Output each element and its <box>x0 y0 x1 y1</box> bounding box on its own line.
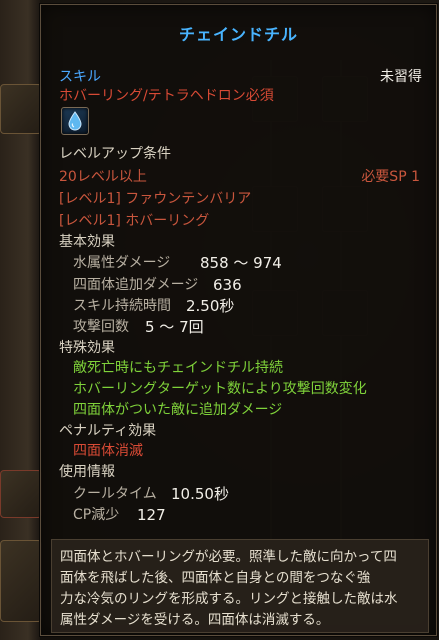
usage-value: 127 <box>137 506 166 524</box>
effect-label: スキル持続時間 <box>73 298 171 314</box>
basic-effect-heading: 基本効果 <box>59 234 115 250</box>
skill-description: 四面体とホバーリングが必要。照準した敵に向かって四 面体を飛ばした後、四面体と自… <box>51 539 429 633</box>
skill-title: チェインドチル <box>178 25 298 44</box>
description-line: 力な冷気のリングを形成する。リングと接触した敵は水 <box>60 591 398 607</box>
usage-label: CP減少 <box>73 507 120 523</box>
skill-status: 未習得 <box>380 69 422 85</box>
prerequisite-skill: [レベル1] ホバーリング <box>59 213 210 229</box>
skill-slot-left-bottom[interactable] <box>0 470 42 518</box>
description-line: 属性ダメージを受ける。四面体は消滅する。 <box>60 612 330 628</box>
description-line: 四面体とホバーリングが必要。照準した敵に向かって四 <box>60 549 397 565</box>
effect-value: 5 ～ 7回 <box>145 318 204 336</box>
prerequisite-skill: [レベル1] ファウンテンバリア <box>59 191 252 207</box>
special-effect-heading: 特殊効果 <box>59 340 115 356</box>
level-requirement: 20レベル以上 <box>59 169 147 185</box>
penalty-heading: ペナルティ効果 <box>59 423 157 439</box>
penalty-effect: 四面体消滅 <box>73 443 143 459</box>
effect-label: 攻撃回数 <box>73 319 129 335</box>
special-effect: 敵死亡時にもチェインドチル持続 <box>73 360 283 376</box>
skill-requirement: ホバーリング/テトラヘドロン必須 <box>59 88 274 104</box>
description-line: 面体を飛ばした後、四面体と自身との間をつなぐ強 <box>60 570 371 586</box>
usage-label: クールタイム <box>73 486 157 502</box>
skill-tooltip: チェインドチル スキル 未習得 ホバーリング/テトラヘドロン必須 レベルアップ条… <box>40 4 437 636</box>
effect-label: 水属性ダメージ <box>73 255 171 271</box>
water-drop-icon <box>61 107 89 135</box>
effect-value: 2.50秒 <box>186 297 235 315</box>
special-effect: ホバーリングターゲット数により攻撃回数変化 <box>73 381 367 397</box>
effect-value: 636 <box>213 276 242 294</box>
sp-requirement: 必要SP 1 <box>361 169 420 185</box>
usage-heading: 使用情報 <box>59 464 115 480</box>
special-effect: 四面体がついた敵に追加ダメージ <box>73 402 283 418</box>
skill-type-label: スキル <box>59 69 101 85</box>
effect-label: 四面体追加ダメージ <box>73 277 199 293</box>
usage-value: 10.50秒 <box>171 485 229 503</box>
skill-slot-left-top[interactable] <box>0 84 42 134</box>
effect-value: 858 ～ 974 <box>200 254 282 272</box>
left-ornament <box>0 540 42 622</box>
levelup-heading: レベルアップ条件 <box>59 146 171 162</box>
